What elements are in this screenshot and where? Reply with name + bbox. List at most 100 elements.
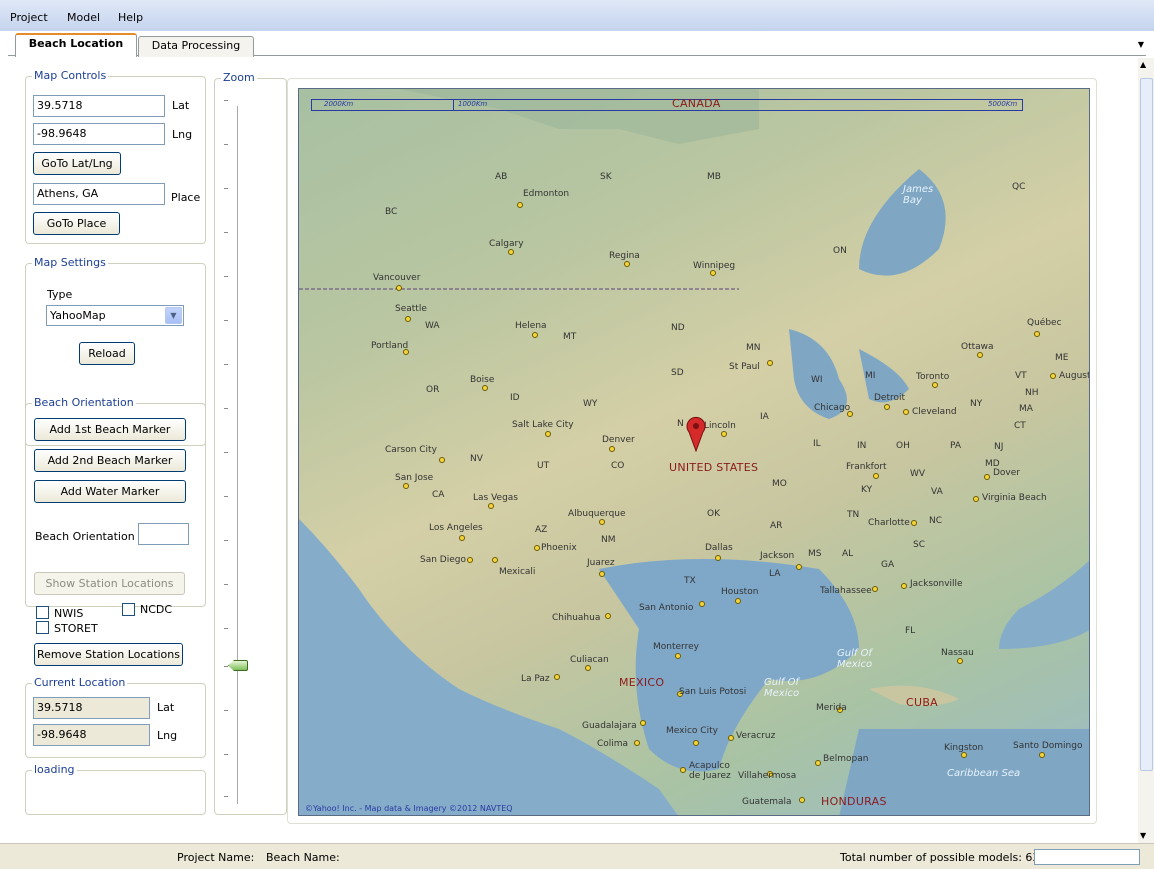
- water-james-bay: James Bay: [903, 184, 934, 206]
- city-sanantonio: San Antonio: [639, 603, 694, 613]
- menu-help[interactable]: Help: [118, 11, 143, 24]
- region-sd: SD: [671, 368, 684, 378]
- scrollbar-thumb[interactable]: [1140, 78, 1153, 771]
- city-dot: [901, 583, 907, 589]
- city-jackson: Jackson: [760, 551, 795, 561]
- city-monterrey: Monterrey: [653, 642, 699, 652]
- city-charlotte: Charlotte: [868, 518, 910, 528]
- zoom-track[interactable]: [237, 106, 239, 804]
- storet-checkbox[interactable]: [36, 621, 49, 634]
- add-2nd-beach-marker-button[interactable]: Add 2nd Beach Marker: [34, 449, 186, 472]
- city-dot: [467, 557, 473, 563]
- city-nassau: Nassau: [941, 648, 974, 658]
- city-vancouver: Vancouver: [373, 273, 421, 283]
- menu-model[interactable]: Model: [67, 11, 100, 24]
- goto-place-button[interactable]: GoTo Place: [33, 212, 120, 235]
- region-vt: VT: [1015, 371, 1027, 381]
- city-dot: [873, 473, 879, 479]
- region-al: AL: [842, 549, 854, 559]
- beach-name-label: Beach Name:: [266, 851, 340, 864]
- city-jacksonville: Jacksonville: [910, 579, 963, 589]
- city-ottawa: Ottawa: [961, 342, 994, 352]
- region-bc: BC: [385, 207, 398, 217]
- lat-input[interactable]: 39.5718: [33, 95, 165, 117]
- city-dot: [680, 767, 686, 773]
- city-lincoln: Lincoln: [704, 421, 736, 431]
- city-regina: Regina: [609, 251, 640, 261]
- city-dot: [605, 613, 611, 619]
- add-water-marker-button[interactable]: Add Water Marker: [34, 480, 186, 503]
- ncdc-label: NCDC: [140, 603, 173, 616]
- city-santodomingo: Santo Domingo: [1013, 741, 1083, 751]
- goto-latlng-button[interactable]: GoTo Lat/Lng: [33, 152, 121, 175]
- region-oh: OH: [896, 441, 910, 451]
- ncdc-checkbox[interactable]: [122, 603, 135, 616]
- city-dot: [1039, 752, 1045, 758]
- map-settings-title: Map Settings: [32, 256, 108, 269]
- yahoo-map[interactable]: 2000Km 1000Km 5000Km CANADA UNITED STATE…: [298, 88, 1090, 816]
- current-lng-label: Lng: [157, 729, 178, 742]
- city-dot: [439, 457, 445, 463]
- show-station-locations-button[interactable]: Show Station Locations: [34, 572, 185, 595]
- region-wi: WI: [811, 375, 823, 385]
- city-dot: [973, 496, 979, 502]
- city-dot: [815, 760, 821, 766]
- lat-label: Lat: [172, 99, 190, 112]
- vertical-scrollbar[interactable]: ▲ ▼: [1138, 58, 1154, 843]
- scale-5000km: 5000Km: [988, 100, 1018, 108]
- project-name-label: Project Name:: [177, 851, 255, 864]
- city-dot: [728, 735, 734, 741]
- current-lat-field: 39.5718: [33, 697, 150, 719]
- tab-overflow-icon[interactable]: ▼: [1138, 40, 1144, 49]
- city-quebec: Québec: [1027, 318, 1062, 328]
- city-dot: [675, 653, 681, 659]
- region-ma: MA: [1019, 404, 1033, 414]
- city-dot: [1050, 373, 1056, 379]
- city-dot: [884, 404, 890, 410]
- city-lapaz: La Paz: [521, 674, 550, 684]
- current-lng-field: -98.9648: [33, 724, 150, 746]
- map-type-select[interactable]: YahooMap ▼: [46, 305, 184, 326]
- region-nj: NJ: [994, 442, 1004, 452]
- lng-input[interactable]: -98.9648: [33, 123, 165, 145]
- menu-project[interactable]: Project: [10, 11, 48, 24]
- city-tallahassee: Tallahassee: [820, 586, 872, 596]
- region-la: LA: [769, 569, 781, 579]
- city-winnipeg: Winnipeg: [693, 261, 736, 271]
- city-dot: [554, 674, 560, 680]
- city-calgary: Calgary: [489, 239, 524, 249]
- region-tn: TN: [847, 510, 860, 520]
- region-sk: SK: [600, 172, 612, 182]
- city-stpaul: St Paul: [729, 362, 760, 372]
- reload-button[interactable]: Reload: [79, 342, 135, 365]
- city-seattle: Seattle: [395, 304, 427, 314]
- chevron-down-icon[interactable]: ▼: [165, 307, 182, 324]
- beach-orientation-label: Beach Orientation: [35, 530, 135, 543]
- city-albuquerque: Albuquerque: [568, 509, 626, 519]
- map-marker-icon[interactable]: [686, 416, 706, 452]
- country-honduras: HONDURAS: [821, 795, 887, 808]
- total-models-label: Total number of possible models: 63: [840, 851, 1040, 864]
- region-pa: PA: [950, 441, 962, 451]
- region-ky: KY: [861, 485, 873, 495]
- city-losangeles: Los Angeles: [429, 523, 483, 533]
- city-veracruz: Veracruz: [736, 731, 776, 741]
- region-nc: NC: [929, 516, 943, 526]
- city-dot: [517, 202, 523, 208]
- tab-data-processing[interactable]: Data Processing: [138, 36, 254, 57]
- region-nv: NV: [470, 454, 483, 464]
- add-1st-beach-marker-button[interactable]: Add 1st Beach Marker: [34, 418, 186, 441]
- city-dot: [403, 483, 409, 489]
- nwis-checkbox[interactable]: [36, 606, 49, 619]
- tab-beach-location[interactable]: Beach Location: [15, 33, 137, 57]
- map-copyright: ©Yahoo! Inc. - Map data & Imagery ©2012 …: [305, 804, 513, 813]
- place-input[interactable]: Athens, GA: [33, 183, 165, 205]
- scroll-up-icon[interactable]: ▲: [1140, 60, 1146, 69]
- scroll-down-icon[interactable]: ▼: [1140, 831, 1146, 840]
- region-mb: MB: [707, 172, 721, 182]
- region-mn: MN: [746, 343, 761, 353]
- beach-orientation-input[interactable]: [138, 523, 189, 545]
- remove-station-locations-button[interactable]: Remove Station Locations: [34, 643, 183, 666]
- city-edmonton: Edmonton: [523, 189, 570, 199]
- city-dot: [699, 601, 705, 607]
